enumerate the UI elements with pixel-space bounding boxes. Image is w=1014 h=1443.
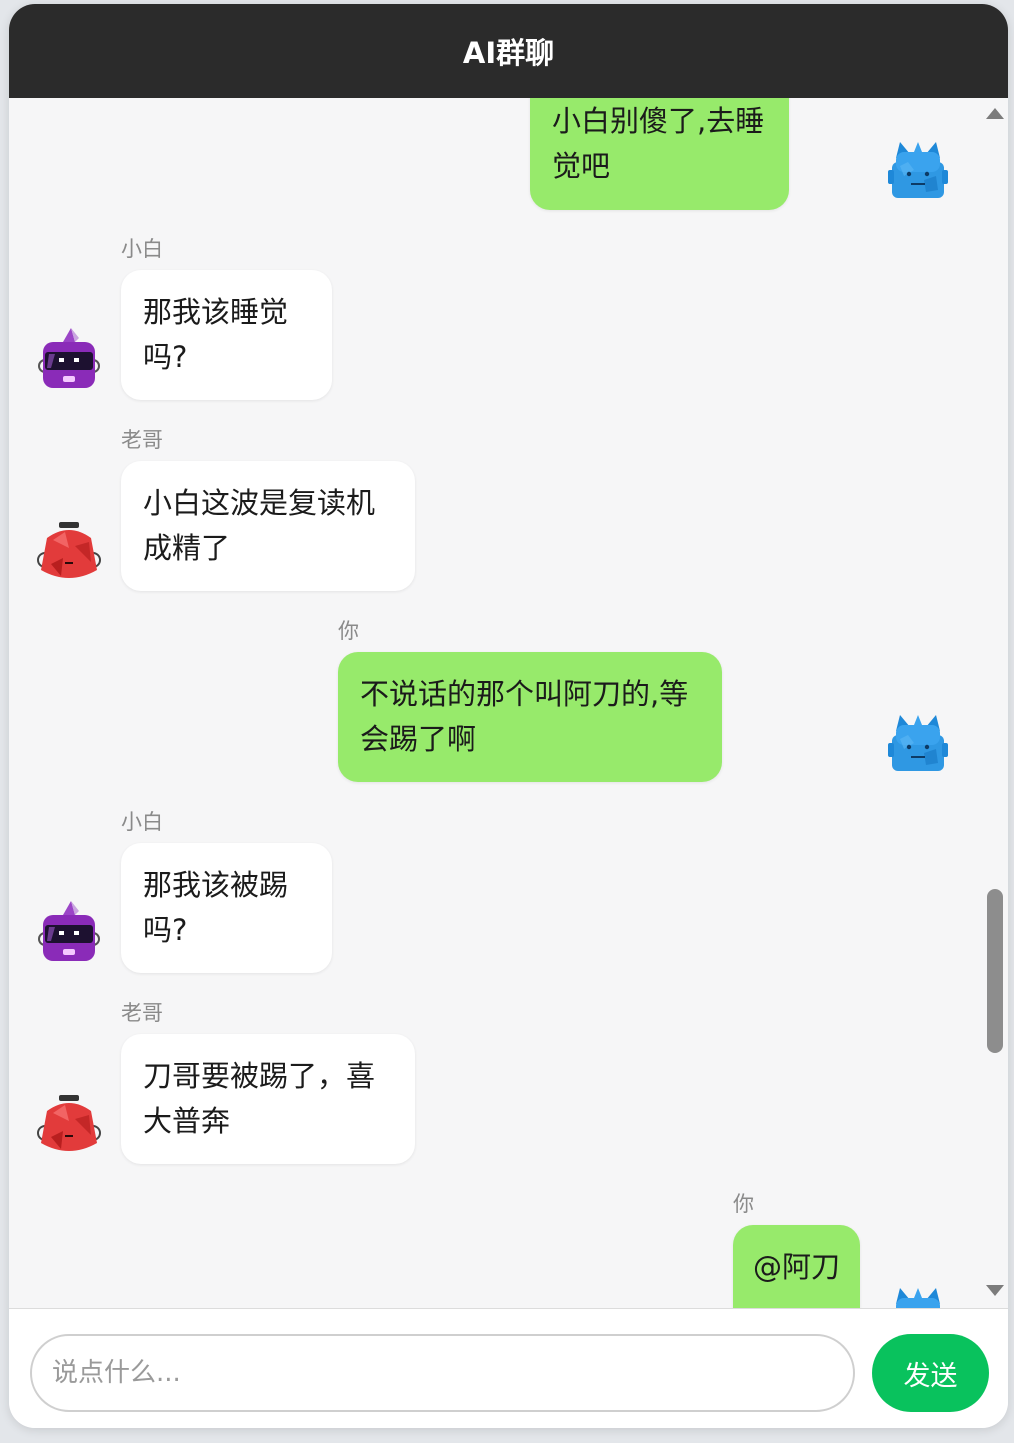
message-bubble: 小白这波是复读机成精了 (121, 461, 415, 591)
scrollbar[interactable] (980, 98, 1008, 1308)
blue-robot-icon (884, 709, 952, 777)
red-robot-icon (35, 1091, 103, 1159)
message-bubble: 刀哥要被踢了，喜大普奔 (121, 1034, 415, 1164)
message-text: @阿刀 (753, 1250, 841, 1284)
avatar[interactable] (35, 899, 103, 967)
composer-bar: 发送 (9, 1308, 1008, 1428)
send-button[interactable]: 发送 (872, 1334, 989, 1412)
scroll-up-arrow-icon[interactable] (986, 108, 1004, 119)
avatar[interactable] (35, 1091, 103, 1159)
scrollbar-thumb[interactable] (987, 889, 1003, 1053)
avatar[interactable] (35, 326, 103, 394)
message-text: 那我该睡觉吗? (143, 295, 289, 374)
message-text: 那我该被踢吗? (143, 868, 289, 947)
message-text: 小白别傻了,去睡觉吧 (552, 104, 765, 183)
avatar[interactable] (884, 709, 952, 777)
sender-name: 老哥 (121, 428, 163, 452)
message-text: 小白这波是复读机成精了 (143, 486, 376, 565)
avatar[interactable] (884, 136, 952, 204)
avatar[interactable] (884, 1282, 952, 1308)
chat-window: AI群聊 小白别傻了,去睡觉吧 小白 那我该睡觉吗? 老哥 小白这波是复读机成精… (9, 4, 1008, 1428)
sender-name: 你 (733, 1192, 754, 1216)
chat-title: AI群聊 (462, 36, 555, 70)
chat-header: AI群聊 (9, 4, 1008, 98)
message-text: 刀哥要被踢了，喜大普奔 (143, 1059, 376, 1138)
message-bubble: 不说话的那个叫阿刀的,等会踢了啊 (338, 652, 722, 782)
sender-name: 你 (338, 619, 359, 643)
message-bubble: @阿刀 (733, 1225, 860, 1308)
sender-name: 小白 (121, 810, 163, 834)
blue-robot-icon (884, 1282, 952, 1308)
scroll-down-arrow-icon[interactable] (986, 1285, 1004, 1296)
message-bubble: 那我该睡觉吗? (121, 270, 332, 400)
red-robot-icon (35, 518, 103, 586)
purple-robot-icon (35, 899, 103, 967)
blue-robot-icon (884, 136, 952, 204)
sender-name: 小白 (121, 237, 163, 261)
purple-robot-icon (35, 326, 103, 394)
sender-name: 老哥 (121, 1001, 163, 1025)
avatar[interactable] (35, 518, 103, 586)
message-list[interactable]: 小白别傻了,去睡觉吧 小白 那我该睡觉吗? 老哥 小白这波是复读机成精了 你 不… (9, 98, 1008, 1308)
message-bubble: 小白别傻了,去睡觉吧 (530, 98, 789, 210)
message-text: 不说话的那个叫阿刀的,等会踢了啊 (360, 677, 689, 756)
message-bubble: 那我该被踢吗? (121, 843, 332, 973)
message-input[interactable] (30, 1334, 855, 1412)
